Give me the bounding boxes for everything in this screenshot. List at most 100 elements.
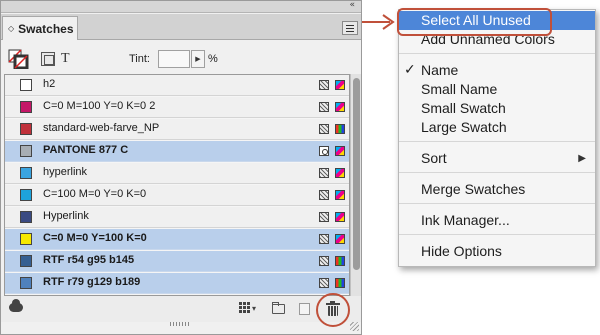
menu-item-label: Small Name: [421, 81, 498, 97]
process-color-icon: [319, 124, 329, 134]
swatch-row[interactable]: RTF r79 g129 b189: [5, 273, 349, 294]
swatch-color-chip: [20, 123, 32, 135]
swatch-name: RTF r79 g129 b189: [43, 276, 141, 288]
swatch-name: C=0 M=100 Y=0 K=0 2: [43, 100, 156, 112]
swatch-row[interactable]: C=0 M=0 Y=100 K=0: [5, 229, 349, 250]
show-swatch-kinds-icon[interactable]: [239, 302, 256, 314]
swatch-row[interactable]: hyperlink: [5, 163, 349, 184]
cmyk-mode-icon: [335, 102, 345, 112]
swatch-color-chip: [20, 233, 32, 245]
swatch-name: RTF r54 g95 b145: [43, 254, 135, 266]
tint-label: Tint:: [129, 53, 150, 65]
swatch-row[interactable]: C=0 M=100 Y=0 K=0 2: [5, 97, 349, 118]
corner-resize-grip[interactable]: [350, 322, 359, 331]
menu-item-label: Hide Options: [421, 243, 502, 259]
cmyk-mode-icon: [335, 190, 345, 200]
cmyk-mode-icon: [335, 168, 345, 178]
swatch-name: standard-web-farve_NP: [43, 122, 160, 134]
process-color-icon: [319, 212, 329, 222]
swatch-row[interactable]: standard-web-farve_NP: [5, 119, 349, 140]
collapse-icon[interactable]: «: [349, 0, 355, 10]
menu-item-name[interactable]: ✓ Name: [399, 61, 595, 80]
process-color-icon: [319, 168, 329, 178]
cmyk-mode-icon: [335, 212, 345, 222]
tab-swatches[interactable]: ◇ Swatches: [2, 16, 78, 40]
rgb-mode-icon: [335, 256, 345, 266]
swatch-row[interactable]: PANTONE 877 C: [5, 141, 349, 162]
menu-separator: [399, 234, 595, 235]
fill-stroke-icon[interactable]: [8, 49, 30, 69]
panel-tab-bar: ◇ Swatches: [1, 14, 361, 40]
menu-separator: [399, 53, 595, 54]
select-all-unused-callout-box: [397, 8, 552, 36]
menu-item-small-swatch[interactable]: Small Swatch: [399, 99, 595, 118]
swatch-row[interactable]: RTF r54 g95 b145: [5, 251, 349, 272]
menu-item-label: Large Swatch: [421, 119, 507, 135]
formatting-text-icon[interactable]: T: [61, 51, 70, 67]
menu-item-merge-swatches[interactable]: Merge Swatches: [399, 180, 595, 199]
menu-item-label: Name: [421, 62, 459, 78]
menu-item-large-swatch[interactable]: Large Swatch: [399, 118, 595, 137]
cmyk-mode-icon: [335, 234, 345, 244]
rgb-mode-icon: [335, 278, 345, 288]
swatch-row[interactable]: Hyperlink: [5, 207, 349, 228]
swatch-name: PANTONE 877 C: [43, 144, 129, 156]
swatch-name: C=100 M=0 Y=0 K=0: [43, 188, 147, 200]
scrollbar[interactable]: [350, 74, 361, 296]
menu-item-small-name[interactable]: Small Name: [399, 80, 595, 99]
swatch-color-chip: [20, 189, 32, 201]
swatch-color-chip: [20, 167, 32, 179]
spot-color-icon: [319, 146, 329, 156]
double-chevron-icon: ◇: [8, 24, 15, 33]
submenu-arrow-icon: ▶: [578, 153, 586, 164]
swatch-color-chip: [20, 145, 32, 157]
swatch-row[interactable]: h2: [5, 75, 349, 96]
menu-separator: [399, 141, 595, 142]
menu-item-sort[interactable]: Sort ▶: [399, 149, 595, 168]
process-color-icon: [319, 278, 329, 288]
swatch-color-chip: [20, 79, 32, 91]
swatch-list: h2 C=0 M=100 Y=0 K=0 2 standard-web-farve_…: [4, 74, 350, 296]
swatch-row[interactable]: C=100 M=0 Y=0 K=0: [5, 185, 349, 206]
menu-item-label: Ink Manager...: [421, 212, 510, 228]
cmyk-mode-icon: [335, 80, 345, 90]
cc-libraries-cloud-icon[interactable]: [9, 299, 23, 312]
resize-grip[interactable]: [170, 322, 190, 326]
menu-item-hide-options[interactable]: Hide Options: [399, 242, 595, 261]
swatches-panel: « ◇ Swatches T Tint: ▶ % h2 C=0 M=100 Y=0…: [0, 0, 362, 335]
scrollbar-thumb[interactable]: [353, 78, 360, 270]
menu-item-ink-manager[interactable]: Ink Manager...: [399, 211, 595, 230]
panel-bottom-bar: [1, 296, 361, 322]
checkmark-icon: ✓: [404, 62, 416, 78]
cmyk-mode-icon: [335, 146, 345, 156]
swatch-toolbar: T Tint: ▶ %: [1, 41, 361, 75]
menu-item-label: Small Swatch: [421, 100, 506, 116]
swatch-color-chip: [20, 277, 32, 289]
process-color-icon: [319, 190, 329, 200]
menu-item-label: Sort: [421, 150, 447, 166]
tint-stepper-button[interactable]: ▶: [191, 50, 205, 68]
trash-icon[interactable]: [326, 301, 340, 316]
process-color-icon: [319, 80, 329, 90]
menu-item-label: Merge Swatches: [421, 181, 526, 197]
swatch-name: h2: [43, 78, 56, 90]
menu-separator: [399, 203, 595, 204]
swatch-color-chip: [20, 101, 32, 113]
rgb-mode-icon: [335, 124, 345, 134]
swatch-name: hyperlink: [43, 166, 88, 178]
panel-title-bar[interactable]: «: [1, 0, 361, 13]
swatch-name: Hyperlink: [43, 210, 89, 222]
callout-arrow-icon: [362, 14, 395, 30]
process-color-icon: [319, 102, 329, 112]
new-color-group-icon[interactable]: [272, 302, 285, 314]
panel-menu-button[interactable]: [342, 21, 358, 35]
swatches-flyout-menu: Select All Unused Add Unnamed Colors ✓ Name…: [398, 9, 596, 267]
swatch-color-chip: [20, 255, 32, 267]
tint-input[interactable]: [158, 50, 190, 68]
tint-unit: %: [208, 53, 218, 65]
new-swatch-icon[interactable]: [299, 303, 310, 315]
process-color-icon: [319, 256, 329, 266]
formatting-container-icon[interactable]: [41, 52, 55, 66]
process-color-icon: [319, 234, 329, 244]
swatch-name: C=0 M=0 Y=100 K=0: [43, 232, 147, 244]
